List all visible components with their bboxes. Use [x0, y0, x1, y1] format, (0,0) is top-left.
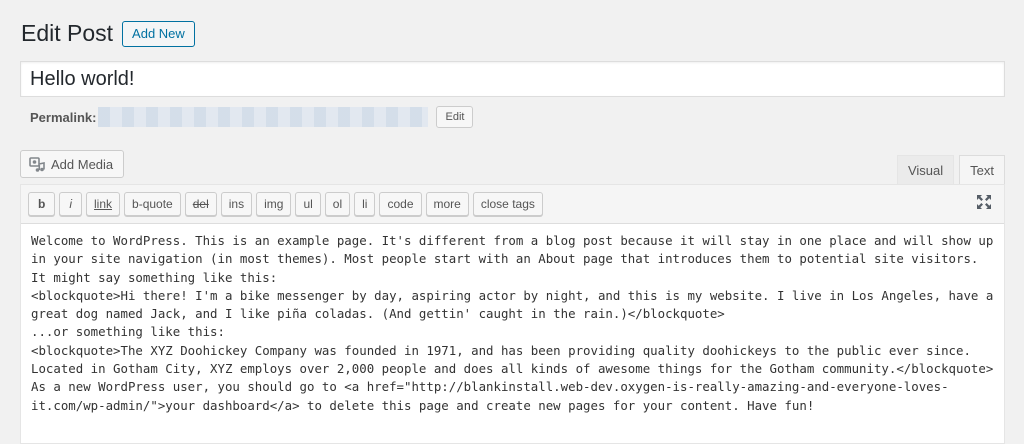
qt-img-button[interactable]: img	[256, 192, 292, 216]
page-header: Edit Post Add New	[21, 19, 195, 48]
content-textarea[interactable]: Welcome to WordPress. This is an example…	[21, 224, 1004, 444]
post-title-input[interactable]	[21, 62, 1004, 96]
qt-code-button[interactable]: code	[379, 192, 422, 216]
fullscreen-icon	[976, 194, 992, 215]
permalink-url-redacted[interactable]	[98, 107, 429, 127]
qt-ul-button[interactable]: ul	[295, 192, 321, 216]
add-new-button[interactable]: Add New	[122, 20, 195, 47]
qt-close-tags-button[interactable]: close tags	[472, 192, 543, 216]
qt-more-button[interactable]: more	[425, 192, 469, 216]
fullscreen-button[interactable]	[974, 194, 994, 214]
add-media-label: Add Media	[51, 156, 114, 172]
qt-ol-button[interactable]: ol	[324, 192, 351, 216]
qt-li-button[interactable]: li	[354, 192, 376, 216]
quicktags-toolbar: b i link b-quote del ins img ul ol li co…	[21, 185, 1004, 224]
permalink-row: Permalink: Edit	[30, 106, 474, 128]
editor-tabs: Visual Text	[892, 155, 1005, 185]
add-media-button[interactable]: Add Media	[20, 150, 125, 178]
camera-music-icon	[29, 156, 45, 172]
qt-ins-button[interactable]: ins	[220, 192, 253, 216]
qt-italic-button[interactable]: i	[59, 192, 83, 216]
tab-text[interactable]: Text	[959, 155, 1005, 185]
edit-permalink-button[interactable]: Edit	[436, 106, 474, 128]
qt-blockquote-button[interactable]: b-quote	[124, 192, 181, 216]
page-title: Edit Post	[21, 20, 114, 46]
qt-link-button[interactable]: link	[86, 192, 121, 216]
post-title-field-wrap	[20, 61, 1005, 97]
tab-visual[interactable]: Visual	[896, 155, 955, 184]
qt-del-button[interactable]: del	[184, 192, 217, 216]
qt-bold-button[interactable]: b	[28, 192, 56, 216]
permalink-label: Permalink:	[30, 109, 97, 125]
editor-container: b i link b-quote del ins img ul ol li co…	[20, 184, 1005, 444]
